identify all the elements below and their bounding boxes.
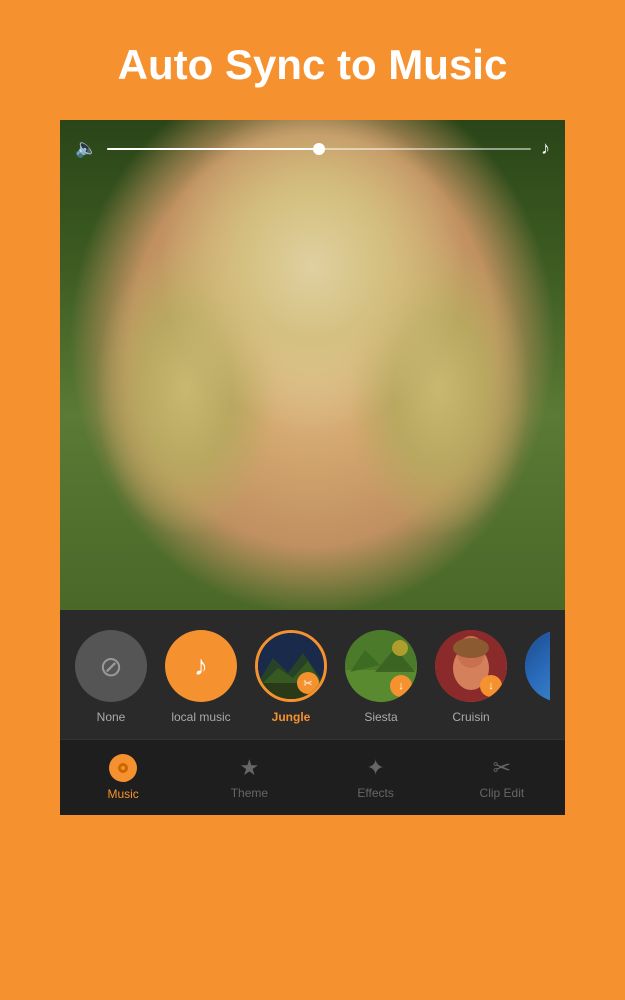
- nav-label-music: Music: [107, 787, 138, 801]
- music-items-row: ⊘ None ♪ local music: [75, 630, 550, 724]
- video-person-hair: [60, 120, 565, 610]
- music-note-icon: ♪: [541, 138, 550, 159]
- nav-item-music[interactable]: Music: [60, 740, 186, 815]
- page-title: Auto Sync to Music: [30, 40, 595, 90]
- music-item-jungle[interactable]: ✂ Jungle: [255, 630, 327, 724]
- playback-bar: 🔈 ♪: [75, 138, 550, 159]
- music-item-last[interactable]: Ju...: [525, 630, 550, 724]
- top-section: Auto Sync to Music: [0, 0, 625, 120]
- video-area: 🔈 ♪: [60, 120, 565, 610]
- music-label-jungle: Jungle: [272, 710, 311, 724]
- music-vinyl-icon: [109, 754, 137, 782]
- local-music-icon: ♪: [194, 650, 208, 682]
- nav-item-clip-edit[interactable]: ✂ Clip Edit: [439, 740, 565, 815]
- music-strip: ⊘ None ♪ local music: [60, 610, 565, 739]
- bottom-nav: Music ★ Theme ✦ Effects ✂ Clip Edit: [60, 739, 565, 815]
- theme-star-icon: ★: [240, 755, 260, 781]
- nav-label-theme: Theme: [231, 786, 268, 800]
- jungle-image: ✂: [258, 633, 324, 699]
- nav-item-effects[interactable]: ✦ Effects: [313, 740, 439, 815]
- music-item-cruisin[interactable]: ↓ Cruisin: [435, 630, 507, 724]
- effects-sparkle-icon: ✦: [366, 755, 384, 781]
- music-thumb-last[interactable]: [525, 630, 550, 702]
- nav-label-effects: Effects: [357, 786, 393, 800]
- music-label-none: None: [97, 710, 126, 724]
- phone-container: 🔈 ♪ ⊘ None ♪ local music: [60, 120, 565, 815]
- clip-edit-scissors-icon: ✂: [493, 755, 511, 781]
- nav-label-clip-edit: Clip Edit: [480, 786, 525, 800]
- music-item-local[interactable]: ♪ local music: [165, 630, 237, 724]
- music-item-none[interactable]: ⊘ None: [75, 630, 147, 724]
- music-label-siesta: Siesta: [364, 710, 397, 724]
- music-thumb-cruisin[interactable]: ↓: [435, 630, 507, 702]
- cruisin-image: ↓: [435, 630, 507, 702]
- music-thumb-local[interactable]: ♪: [165, 630, 237, 702]
- nav-item-theme[interactable]: ★ Theme: [186, 740, 312, 815]
- music-item-siesta[interactable]: ↓ Siesta: [345, 630, 417, 724]
- volume-icon[interactable]: 🔈: [75, 138, 97, 159]
- progress-thumb: [313, 143, 325, 155]
- progress-fill: [107, 148, 319, 150]
- music-label-cruisin: Cruisin: [452, 710, 489, 724]
- none-icon: ⊘: [99, 650, 122, 683]
- music-thumb-jungle[interactable]: ✂: [255, 630, 327, 702]
- siesta-image: ↓: [345, 630, 417, 702]
- music-label-local: local music: [171, 710, 230, 724]
- music-thumb-siesta[interactable]: ↓: [345, 630, 417, 702]
- music-thumb-none[interactable]: ⊘: [75, 630, 147, 702]
- progress-track[interactable]: [107, 148, 531, 150]
- last-image: [525, 630, 550, 702]
